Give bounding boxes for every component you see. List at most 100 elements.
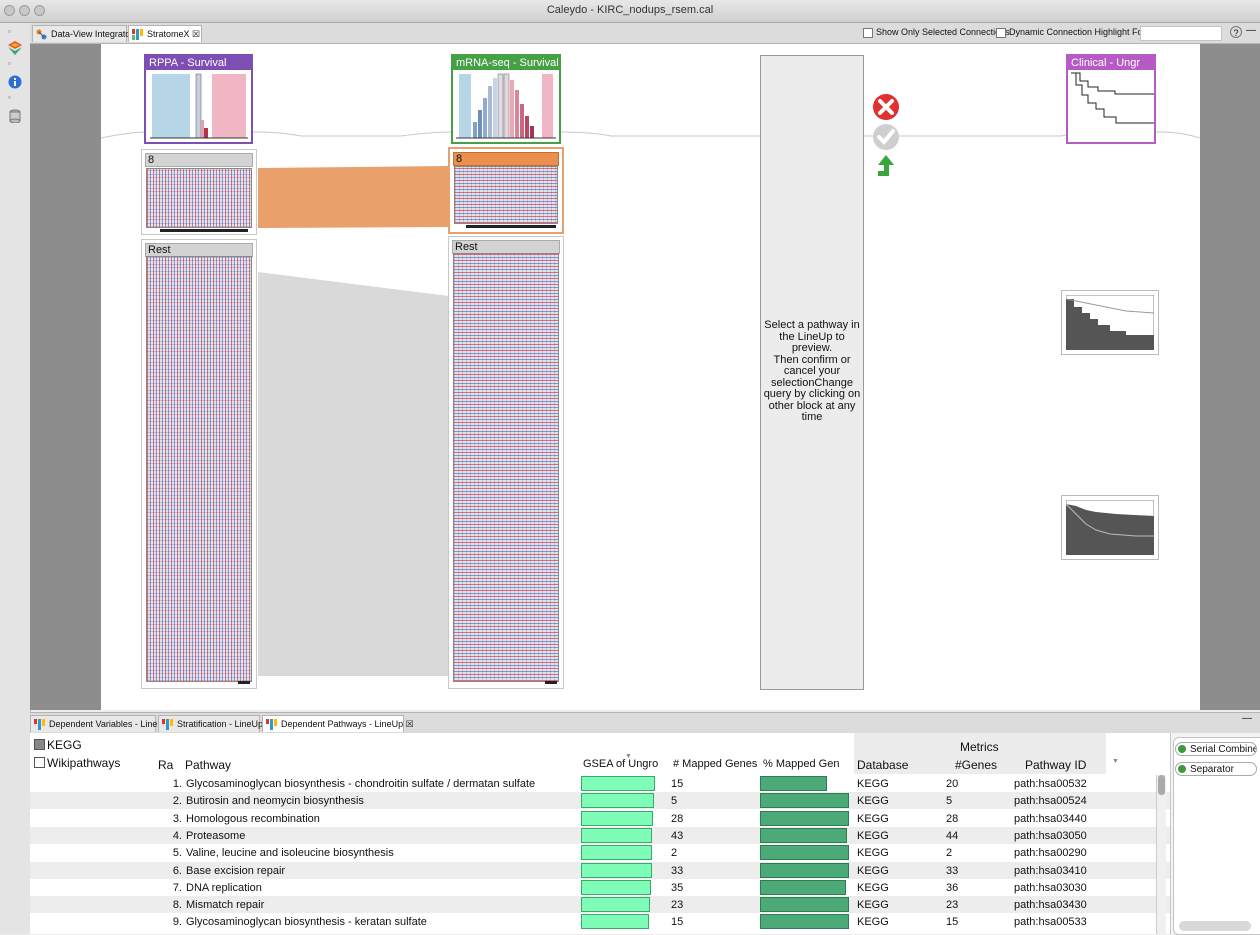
rppa-distribution-chart [150, 73, 248, 139]
pathway-id-cell: path:hsa03410 [1014, 864, 1087, 877]
col-header-gsea[interactable]: GSEA of Ungro [583, 758, 658, 770]
rank-cell: 5. [172, 847, 182, 860]
mapped-genes-cell: 5 [671, 795, 678, 808]
rppa-column-header[interactable]: RPPA - Survival [144, 54, 253, 144]
mapped-genes-cell: 28 [671, 812, 684, 825]
gsea-score-bar [581, 862, 652, 878]
scrollbar-thumb[interactable] [1158, 775, 1165, 795]
mrna-group-rest[interactable]: Rest [448, 236, 564, 689]
survival-preview-group-8[interactable] [1061, 290, 1159, 355]
close-tab-icon[interactable]: ☒ [406, 719, 414, 729]
selected-connection-ribbon[interactable] [258, 166, 449, 228]
mrna-group-8[interactable]: 8 [448, 147, 564, 234]
rank-cell: 8. [172, 899, 182, 912]
rank-cell: 1. [172, 778, 182, 790]
col-header-database[interactable]: Database [857, 758, 908, 772]
metrics-header: Metrics [960, 740, 999, 754]
tab-data-view-integrator[interactable]: Data-View Integrator [32, 25, 133, 42]
database-cell: KEGG [857, 864, 889, 877]
gsea-score-bar [581, 879, 651, 895]
pathway-name-cell: DNA replication [186, 881, 262, 894]
tab-dependent-pathways[interactable]: Dependent Pathways - LineUp ☒ [262, 715, 414, 732]
lineup-tab-bar: Dependent Variables - LineUp Stratificat… [30, 712, 1260, 734]
table-row[interactable]: 7. DNA replication 35 KEGG 36 path:hsa03030 [30, 878, 1170, 896]
checkbox-icon [863, 27, 873, 38]
dynamic-highlight-checkbox[interactable]: Dynamic Connection Highlight Focus [996, 27, 1157, 38]
serial-combiner-button[interactable]: Serial Combiner [1175, 742, 1257, 756]
combiner-panel: Serial Combiner Separator [1170, 733, 1260, 935]
pathway-name-cell: Homologous recombination [186, 812, 320, 825]
cancel-icon[interactable] [871, 92, 901, 122]
rank-cell: 3. [172, 812, 182, 825]
mapped-genes-cell: 15 [671, 916, 684, 929]
rppa-group-rest-heatmap[interactable] [146, 256, 252, 682]
mrna-column-header[interactable]: mRNA-seq - Survival [451, 54, 561, 144]
close-tab-icon[interactable]: ☒ [192, 29, 200, 39]
table-row[interactable]: 2. Butirosin and neomycin biosynthesis 5 KE… [30, 792, 1170, 810]
checkbox-icon [34, 757, 45, 768]
confirm-icon[interactable] [871, 122, 901, 152]
show-selected-connections-checkbox[interactable]: Show Only Selected Connections [863, 27, 1010, 38]
heatmap-scrollbar[interactable] [160, 229, 248, 232]
gsea-score-bar [581, 897, 650, 913]
rest-connection-ribbon[interactable] [258, 272, 449, 676]
rank-cell: 7. [172, 881, 182, 894]
minimize-view-icon[interactable]: — [1242, 713, 1252, 724]
mapped-genes-cell: 35 [671, 881, 684, 894]
filter-wikipathways[interactable]: Wikipathways [34, 756, 120, 770]
database-cell: KEGG [857, 795, 889, 808]
rank-cell: 4. [172, 829, 182, 842]
col-header-pathway[interactable]: Pathway [185, 758, 231, 772]
survival-preview-group-rest[interactable] [1061, 495, 1159, 560]
mrna-group-rest-heatmap[interactable] [453, 253, 559, 682]
tab-stratomex[interactable]: StratomeX ☒ [128, 25, 202, 42]
upgrade-arrow-icon[interactable] [876, 154, 896, 178]
rppa-group-8-heatmap[interactable] [146, 168, 252, 228]
tab-stratification[interactable]: Stratification - LineUp [158, 715, 263, 732]
caleydo-logo-icon[interactable] [8, 41, 22, 55]
group-label: Rest [452, 240, 560, 254]
clinical-column-header[interactable]: Clinical - Ungr [1066, 54, 1156, 144]
trash-drop-area[interactable] [1179, 921, 1251, 931]
filter-kegg[interactable]: KEGG [34, 738, 82, 752]
table-scrollbar[interactable] [1156, 775, 1166, 934]
table-row[interactable]: 9. Glycosaminoglycan biosynthesis - kerat… [30, 913, 1170, 931]
col-header-rank[interactable]: Ra [158, 758, 173, 772]
add-icon [1178, 765, 1186, 773]
database-icon[interactable] [8, 109, 22, 124]
rppa-group-rest[interactable]: Rest [141, 239, 257, 689]
table-row[interactable]: 6. Base excision repair 33 KEGG 33 path:hsa03… [30, 861, 1170, 879]
table-row[interactable]: 8. Mismatch repair 23 KEGG 23 path:hsa03430 [30, 896, 1170, 914]
gsea-score-bar [581, 793, 654, 809]
column-menu-icon[interactable]: ▼ [1112, 758, 1119, 765]
restore-icon[interactable]: ▫ [8, 27, 22, 41]
col-header-pathway-id[interactable]: Pathway ID [1025, 758, 1086, 772]
minimize-view-icon[interactable]: — [1246, 25, 1256, 36]
heatmap-scrollbar[interactable] [238, 681, 250, 684]
rppa-group-8[interactable]: 8 [141, 149, 257, 235]
gene-count-cell: 15 [946, 916, 959, 929]
col-header-mapped-genes[interactable]: # Mapped Genes [673, 758, 757, 770]
col-header-genes[interactable]: #Genes [955, 758, 997, 772]
database-cell: KEGG [857, 812, 889, 825]
mrna-group-8-heatmap[interactable] [454, 166, 558, 224]
table-row[interactable]: 1. Glycosaminoglycan biosynthesis - chond… [30, 775, 1170, 792]
pathway-name-cell: Glycosaminoglycan biosynthesis - chondro… [186, 778, 536, 790]
tab-dependent-variables[interactable]: Dependent Variables - LineUp [30, 715, 169, 732]
pathway-name-cell: Mismatch repair [186, 899, 265, 912]
separator-button[interactable]: Separator [1175, 762, 1257, 776]
highlight-focus-slider[interactable] [1140, 26, 1222, 41]
percent-mapped-bar [760, 827, 847, 843]
heatmap-scrollbar[interactable] [545, 681, 557, 684]
pathway-preview-placeholder: Select a pathway in the LineUp to previe… [760, 55, 864, 690]
col-header-pct-mapped[interactable]: % Mapped Gen [763, 758, 839, 770]
table-row[interactable]: 4. Proteasome 43 KEGG 44 path:hsa03050 [30, 826, 1170, 844]
restore-icon[interactable]: ▫ [8, 93, 22, 107]
info-icon[interactable] [8, 75, 22, 89]
table-row[interactable]: 3. Homologous recombination 28 KEGG 28 path:h… [30, 809, 1170, 827]
lineup-icon [266, 719, 277, 730]
restore-icon[interactable]: ▫ [8, 59, 22, 73]
table-row[interactable]: 5. Valine, leucine and isoleucine biosynt… [30, 844, 1170, 862]
help-icon[interactable]: ? [1230, 26, 1242, 38]
heatmap-scrollbar[interactable] [466, 225, 556, 228]
